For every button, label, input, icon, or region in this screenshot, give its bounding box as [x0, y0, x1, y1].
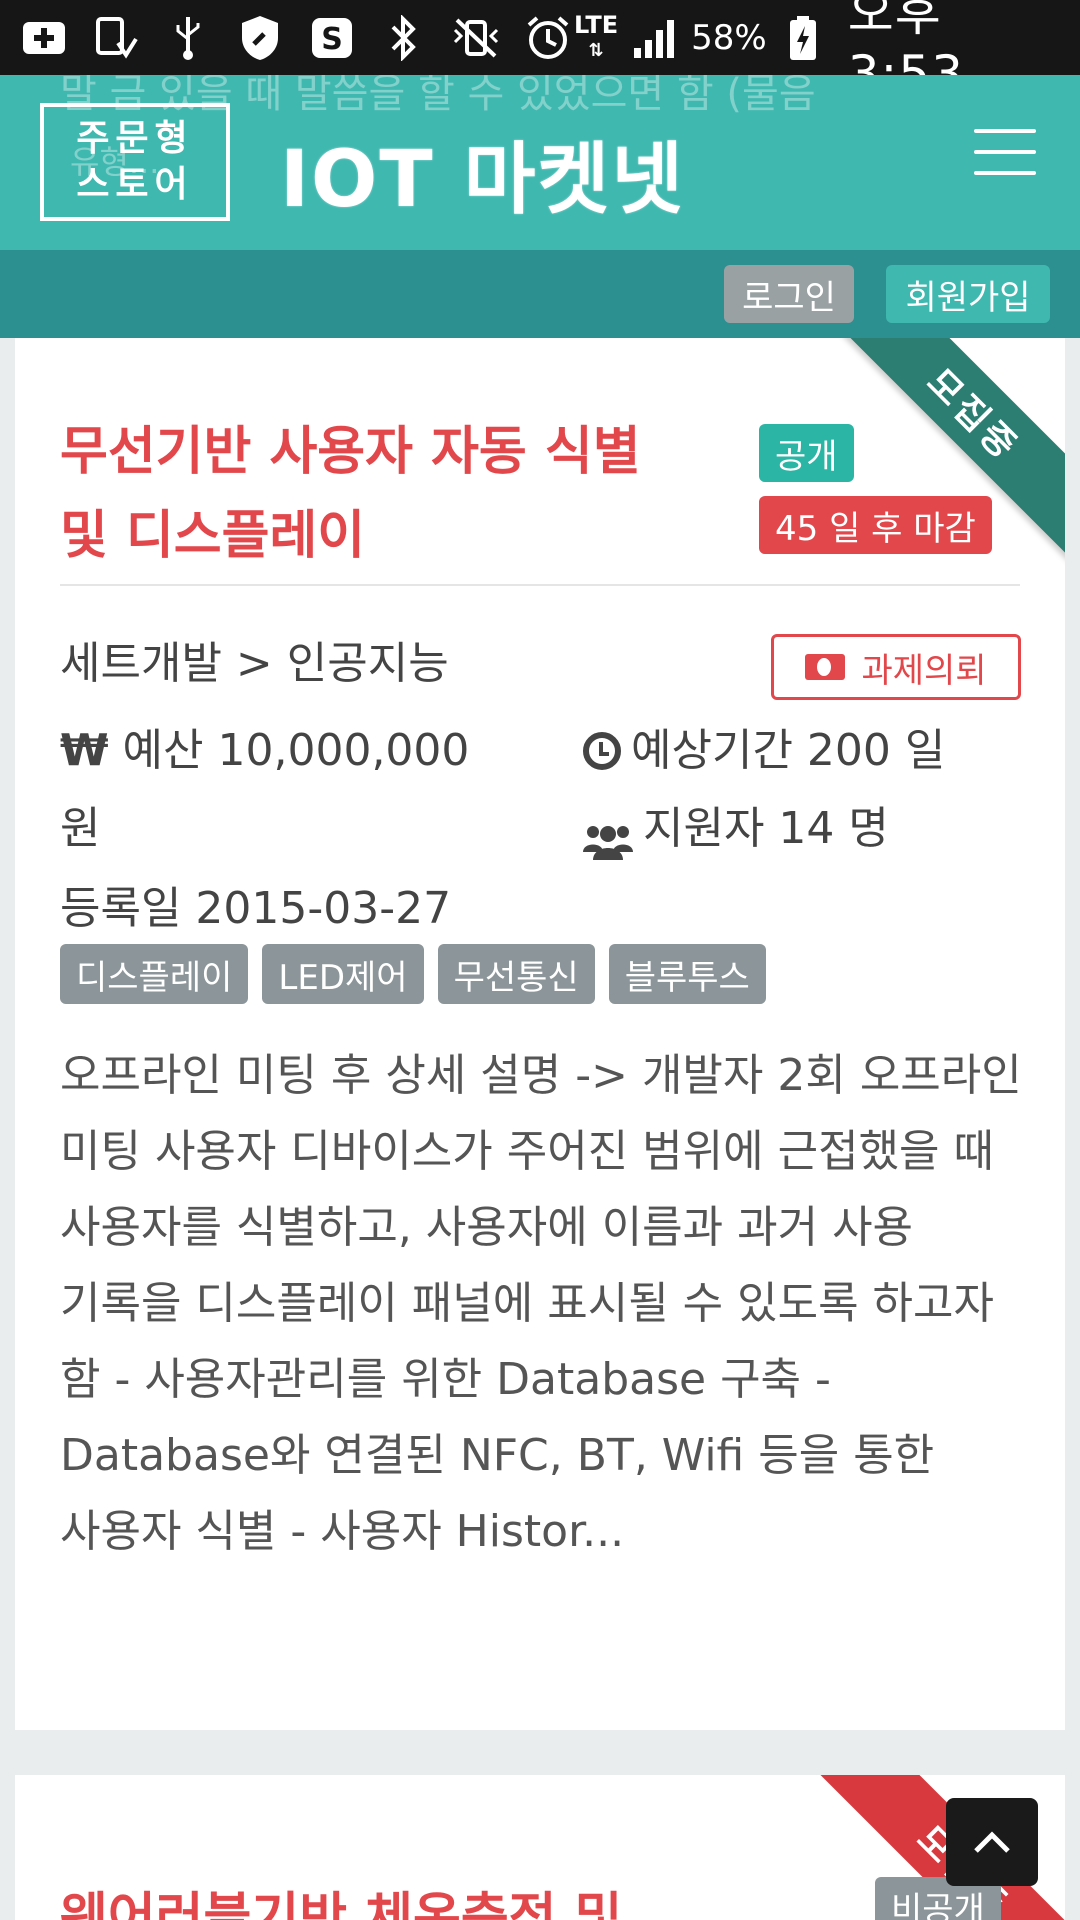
- status-bar: S LTE ⇅ 58% 오후 3:53: [0, 0, 1080, 103]
- site-header: 말 금 있을 때 말씀을 할 수 있었으면 함 (물음 유형... 주문형 스토…: [0, 75, 1080, 250]
- battery-charging-icon: [779, 12, 828, 64]
- chevron-up-icon: [974, 1831, 1010, 1853]
- project-title[interactable]: 무선기반 사용자 자동 식별 및 디스플레이: [60, 410, 680, 578]
- tag[interactable]: 디스플레이: [60, 944, 249, 1004]
- period-text: 예상기간 200 일: [631, 725, 946, 776]
- task-request-button[interactable]: 과제의뢰: [771, 634, 1021, 700]
- project-card[interactable]: 모집중 웨어러블기반 체온측정 및 비공개: [15, 1775, 1065, 1920]
- tag[interactable]: 무선통신: [437, 944, 595, 1004]
- budget-text: 예산 10,000,000 원: [60, 725, 470, 854]
- project-period: 예상기간 200 일: [583, 712, 945, 790]
- tag-list: 디스플레이 LED제어 무선통신 블루투스: [60, 944, 766, 1004]
- users-icon: [583, 809, 633, 860]
- bluetooth-icon: [378, 12, 430, 64]
- project-title[interactable]: 웨어러블기반 체온측정 및: [60, 1875, 622, 1920]
- tag[interactable]: LED제어: [262, 944, 424, 1004]
- svg-text:S: S: [321, 22, 343, 57]
- project-budget: ₩ 예산 10,000,000 원: [60, 712, 500, 868]
- device-download-icon: [90, 12, 142, 64]
- visibility-badge: 공개: [759, 424, 854, 482]
- site-logo-text[interactable]: IOT 마켓넷: [280, 117, 685, 229]
- samsung-pay-icon: S: [306, 12, 358, 64]
- registration-date: 등록일 2015-03-27: [60, 883, 452, 934]
- alarm-icon: [522, 12, 574, 64]
- deadline-badge: 45 일 후 마감: [759, 496, 992, 554]
- project-description: 오프라인 미팅 후 상세 설명 -> 개발자 2회 오프라인 미팅 사용자 디바…: [60, 1050, 1022, 1557]
- project-category: 세트개발 > 인공지능: [60, 638, 449, 689]
- money-icon: [805, 654, 846, 680]
- divider: [60, 584, 1020, 586]
- logo-badge[interactable]: 주문형 스토어: [40, 103, 230, 221]
- add-notification-icon: [18, 12, 70, 64]
- signal-icon: [630, 12, 679, 64]
- auth-bar: 로그인 회원가입: [0, 250, 1080, 338]
- login-button[interactable]: 로그인: [724, 265, 854, 323]
- usb-icon: [162, 12, 214, 64]
- project-applicants: 지원자 14 명: [583, 790, 889, 868]
- lte-indicator: LTE ⇅: [574, 10, 619, 61]
- signup-button[interactable]: 회원가입: [886, 265, 1050, 323]
- clock-icon: [583, 732, 621, 770]
- shield-icon: [234, 12, 286, 64]
- tag[interactable]: 블루투스: [608, 944, 766, 1004]
- menu-icon[interactable]: [974, 129, 1036, 175]
- vibrate-mute-icon: [450, 12, 502, 64]
- applicants-text: 지원자 14 명: [643, 803, 889, 854]
- battery-percent: 58%: [691, 17, 767, 58]
- logo-line-2: 스토어: [76, 164, 194, 205]
- scroll-to-top-button[interactable]: [946, 1798, 1038, 1886]
- project-card[interactable]: 모집중 무선기반 사용자 자동 식별 및 디스플레이 공개 45 일 후 마감 …: [15, 338, 1065, 1730]
- won-icon: ₩: [60, 725, 109, 776]
- logo-line-1: 주문형: [76, 118, 194, 159]
- task-request-label: 과제의뢰: [861, 650, 987, 691]
